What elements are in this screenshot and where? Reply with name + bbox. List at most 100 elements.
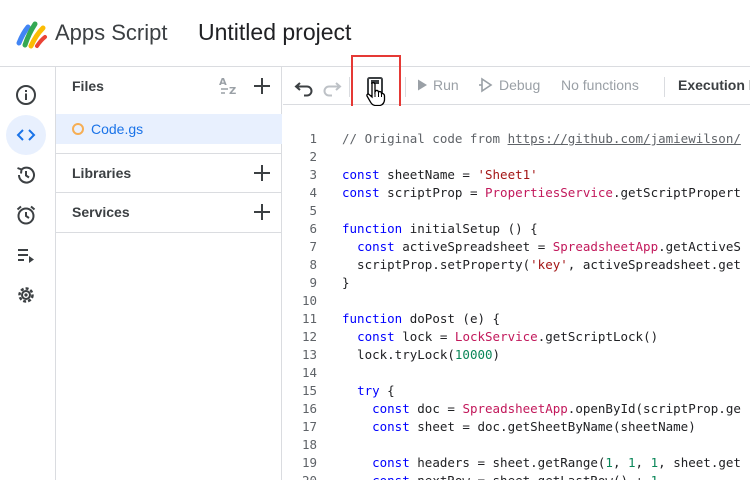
line-number: 7 [309,239,317,254]
code-line[interactable]: 4 const scriptProp = PropertiesService.ge… [283,184,750,202]
redo-icon[interactable] [320,74,344,98]
file-item-code-gs[interactable]: Code.gs [56,114,282,144]
code-text: // Original code from https://github.com… [342,131,741,146]
code-text: const sheetName = 'Sheet1' [342,167,538,182]
code-line[interactable]: 2 [283,148,750,166]
line-number: 9 [309,275,317,290]
code-line[interactable]: 17 const sheet = doc.getSheetByName(shee… [283,418,750,436]
run-button[interactable]: Run [417,77,459,93]
line-number: 11 [301,311,317,326]
history-icon [17,166,35,184]
files-panel: Files A Z Code.gs Libraries Services [56,67,282,480]
line-number: 1 [309,131,317,146]
code-text: scriptProp.setProperty('key', activeSpre… [342,257,741,272]
code-text: const doc = SpreadsheetApp.openById(scri… [372,401,741,416]
line-number: 15 [301,383,317,398]
sort-az-icon[interactable]: A Z [218,75,242,97]
function-select-label: No functions [561,77,639,93]
code-editor[interactable]: 1 // Original code from https://github.co… [283,106,750,480]
navigation-rail [0,67,56,480]
executions-icon [18,249,34,263]
undo-icon[interactable] [292,74,316,98]
line-number: 5 [309,203,317,218]
code-line[interactable]: 6 function initialSetup () { [283,220,750,238]
divider [56,232,282,233]
alarm-icon [16,205,36,225]
debug-label: Debug [499,77,541,93]
code-text: const nextRow = sheet.getLastRow() + 1 [342,472,658,480]
code-line[interactable]: 11 function doPost (e) { [283,310,750,328]
app-name: Apps Script [55,20,168,45]
play-icon [418,79,427,91]
line-number: 4 [309,185,317,200]
gear-icon [18,287,34,303]
apps-script-logo-icon[interactable] [16,19,48,49]
code-line[interactable]: 5 [283,202,750,220]
rail-item-triggers[interactable] [6,195,46,235]
services-section-header: Services [56,193,282,231]
toolbar-separator [349,77,350,97]
hand-cursor-icon [366,82,386,107]
execution-log-button[interactable]: Execution l [678,77,750,93]
code-line[interactable]: 9} [283,274,750,292]
libraries-label: Libraries [72,165,132,181]
line-number: 3 [309,167,317,182]
code-line[interactable]: 3 const sheetName = 'Sheet1' [283,166,750,184]
code-line[interactable]: 19 const headers = sheet.getRange(1, 1, … [283,454,750,472]
line-number: 14 [301,365,317,380]
rail-item-overview[interactable] [6,75,46,115]
file-name: Code.gs [91,121,144,137]
code-line[interactable]: 18 [283,436,750,454]
code-line[interactable]: 8 scriptProp.setProperty('key', activeSp… [283,256,750,274]
line-number: 2 [309,149,317,164]
code-text: } [342,275,350,290]
code-line[interactable]: 13 lock.tryLock(10000) [283,346,750,364]
files-label: Files [72,78,104,94]
toolbar-separator [664,77,665,97]
line-number: 12 [301,329,317,344]
code-text: try { [357,383,395,398]
code-text: function doPost (e) { [342,311,501,326]
rail-item-executions[interactable] [6,235,46,275]
code-line[interactable]: 16 const doc = SpreadsheetApp.openById(s… [283,400,750,418]
files-section-header: Files A Z [56,67,282,105]
line-number: 10 [301,293,317,308]
debug-button[interactable]: Debug [478,77,540,93]
line-number: 17 [301,419,317,434]
code-text: const headers = sheet.getRange(1, 1, 1, … [372,455,741,470]
add-service-icon[interactable] [250,200,274,224]
info-icon [16,85,36,105]
line-number: 16 [301,401,317,416]
run-label: Run [433,77,459,93]
code-icon [16,129,36,141]
rail-item-history[interactable] [6,155,46,195]
code-text: lock.tryLock(10000) [342,347,501,362]
debug-icon [479,77,493,93]
add-library-icon[interactable] [250,161,274,185]
code-line[interactable]: 7 const activeSpreadsheet = SpreadsheetA… [283,238,750,256]
code-text: function initialSetup () { [342,221,538,236]
rail-item-settings[interactable] [6,275,46,315]
code-line[interactable]: 20 const nextRow = sheet.getLastRow() + … [283,472,750,480]
editor-toolbar: Run Debug No functions Execution l [283,55,750,115]
code-line[interactable]: 15 try { [283,382,750,400]
code-line[interactable]: 1 // Original code from https://github.co… [283,130,750,148]
code-line[interactable]: 14 [283,364,750,382]
line-number: 6 [309,221,317,236]
svg-text:A: A [219,77,227,88]
function-select[interactable]: No functions [561,77,639,93]
code-line[interactable]: 10 [283,292,750,310]
services-label: Services [72,204,130,220]
code-text: const activeSpreadsheet = SpreadsheetApp… [357,239,741,254]
code-text: const scriptProp = PropertiesService.get… [342,185,741,200]
add-file-icon[interactable] [250,74,274,98]
project-title[interactable]: Untitled project [198,19,351,46]
toolbar-separator [405,77,406,97]
rail-item-editor[interactable] [6,115,46,155]
line-number: 8 [309,257,317,272]
code-line[interactable]: 12 const lock = LockService.getScriptLoc… [283,328,750,346]
libraries-section-header: Libraries [56,154,282,192]
line-number: 13 [301,347,317,362]
svg-text:Z: Z [229,86,236,97]
line-number: 18 [301,437,317,452]
